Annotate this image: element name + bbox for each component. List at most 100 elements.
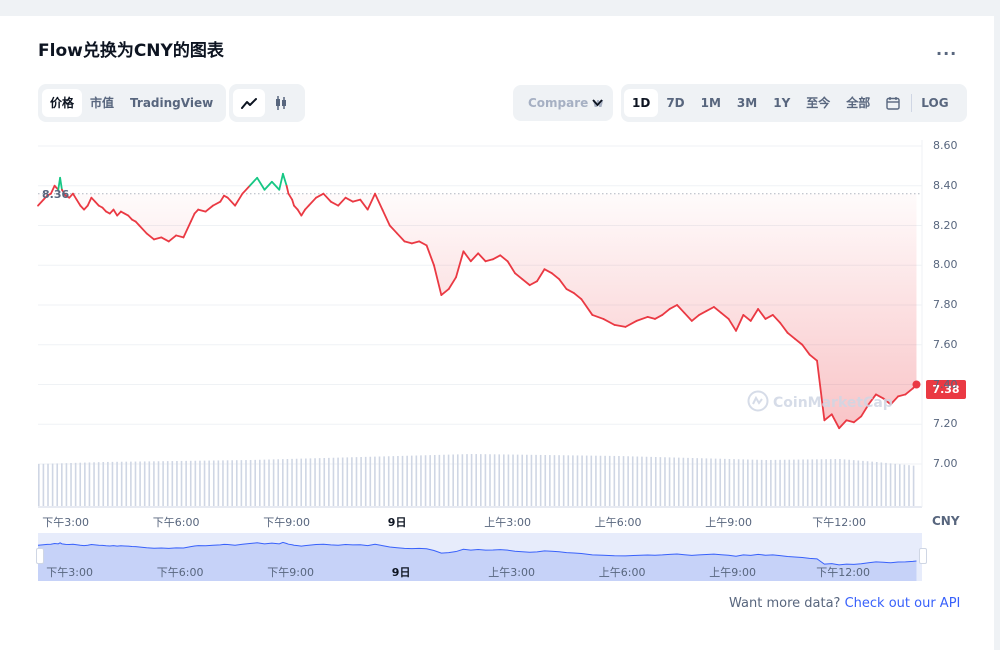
- volume-bar: [576, 455, 579, 506]
- volume-bar: [470, 454, 473, 506]
- volume-bar: [47, 463, 49, 506]
- volume-bar: [189, 460, 192, 506]
- volume-bar: [194, 460, 197, 506]
- volume-bar: [765, 460, 768, 506]
- volume-bar: [74, 462, 77, 506]
- volume-bar: [631, 456, 634, 506]
- volume-bar: [793, 459, 795, 506]
- volume-bar: [673, 457, 675, 506]
- volume-bar: [618, 456, 620, 506]
- volume-bar: [346, 457, 349, 506]
- volume-bar: [636, 456, 639, 506]
- volume-bar: [696, 458, 698, 506]
- volume-bar: [553, 455, 556, 506]
- currency-label: CNY: [932, 514, 960, 528]
- volume-bar: [503, 454, 505, 506]
- volume-bar: [650, 456, 652, 506]
- x-tick-label: 上午3:00: [484, 516, 531, 529]
- volume-bar: [79, 462, 82, 506]
- watermark: CoinMarketCap: [747, 390, 893, 416]
- volume-bar: [866, 461, 869, 506]
- volume-bar: [733, 459, 735, 506]
- volume-bar: [572, 455, 574, 506]
- volume-bar: [852, 460, 855, 506]
- volume-bar: [728, 459, 731, 506]
- volume-bar: [392, 456, 395, 506]
- volume-bar: [268, 459, 270, 506]
- volume-bar: [608, 455, 611, 506]
- volume-bar: [857, 460, 860, 506]
- volume-bar: [157, 461, 160, 506]
- volume-bar: [585, 455, 588, 506]
- volume-bar: [452, 454, 454, 506]
- volume-bar: [93, 462, 95, 506]
- volume-bar: [829, 459, 832, 506]
- volume-bar: [710, 458, 712, 506]
- volume-bar: [318, 458, 321, 506]
- y-tick-label: 8.20: [933, 218, 958, 232]
- volume-bar: [176, 461, 178, 506]
- navigator-right-handle[interactable]: [919, 548, 927, 564]
- y-tick-label: 8.00: [933, 258, 958, 272]
- volume-bar: [516, 454, 519, 506]
- price-chart: [37, 140, 923, 581]
- volume-bar: [627, 456, 629, 506]
- y-tick-label: 8.40: [933, 178, 958, 192]
- volume-bar: [889, 463, 892, 506]
- coinmarketcap-logo-icon: [747, 390, 769, 416]
- volume-bar: [378, 456, 381, 506]
- x-tick-label: 下午3:00: [42, 516, 89, 529]
- volume-bar: [134, 461, 137, 506]
- volume-bar: [461, 454, 464, 506]
- volume-bar: [433, 455, 436, 506]
- volume-bar: [894, 463, 896, 506]
- volume-bar: [116, 461, 118, 506]
- volume-bar: [166, 461, 169, 506]
- volume-bar: [305, 458, 307, 506]
- volume-bar: [489, 454, 491, 506]
- volume-bar: [595, 455, 597, 506]
- volume-bar: [613, 455, 616, 506]
- volume-bar: [512, 454, 514, 506]
- volume-bar: [493, 454, 496, 506]
- volume-bar: [774, 459, 777, 506]
- volume-bar: [719, 458, 722, 506]
- price-line-segment: [256, 176, 266, 191]
- volume-bars: [38, 454, 915, 506]
- volume-bar: [898, 464, 901, 506]
- volume-bar: [295, 458, 298, 506]
- volume-bar: [701, 458, 703, 506]
- price-line-segment: [285, 184, 290, 195]
- footer-text: Want more data?: [729, 596, 841, 611]
- volume-bar: [820, 459, 823, 506]
- volume-bar: [111, 461, 114, 506]
- volume-bar: [282, 459, 284, 506]
- volume-bar: [424, 455, 427, 506]
- volume-bar: [549, 455, 551, 506]
- navigator-left-handle[interactable]: [36, 548, 44, 564]
- volume-bar: [323, 458, 326, 506]
- volume-bar: [222, 460, 224, 506]
- volume-bar: [341, 457, 344, 506]
- volume-bar: [438, 454, 441, 506]
- volume-bar: [816, 459, 818, 506]
- y-tick-label: 7.20: [933, 417, 958, 431]
- volume-bar: [521, 454, 524, 506]
- volume-bar: [153, 461, 155, 506]
- api-link[interactable]: Check out our API: [845, 596, 961, 611]
- volume-bar: [231, 460, 233, 506]
- y-tick-label: 8.60: [933, 139, 958, 152]
- page-edge: [994, 26, 1000, 66]
- volume-bar: [875, 462, 878, 506]
- volume-bar: [871, 461, 873, 506]
- volume-bar: [120, 461, 123, 506]
- volume-bar: [530, 454, 533, 506]
- volume-bar: [139, 461, 141, 506]
- y-tick-label: 7.00: [933, 457, 958, 470]
- volume-bar: [654, 457, 657, 506]
- volume-bar: [714, 458, 717, 506]
- volume-bar: [839, 459, 841, 506]
- volume-bar: [397, 456, 399, 506]
- volume-bar: [51, 463, 54, 506]
- volume-bar: [61, 463, 63, 506]
